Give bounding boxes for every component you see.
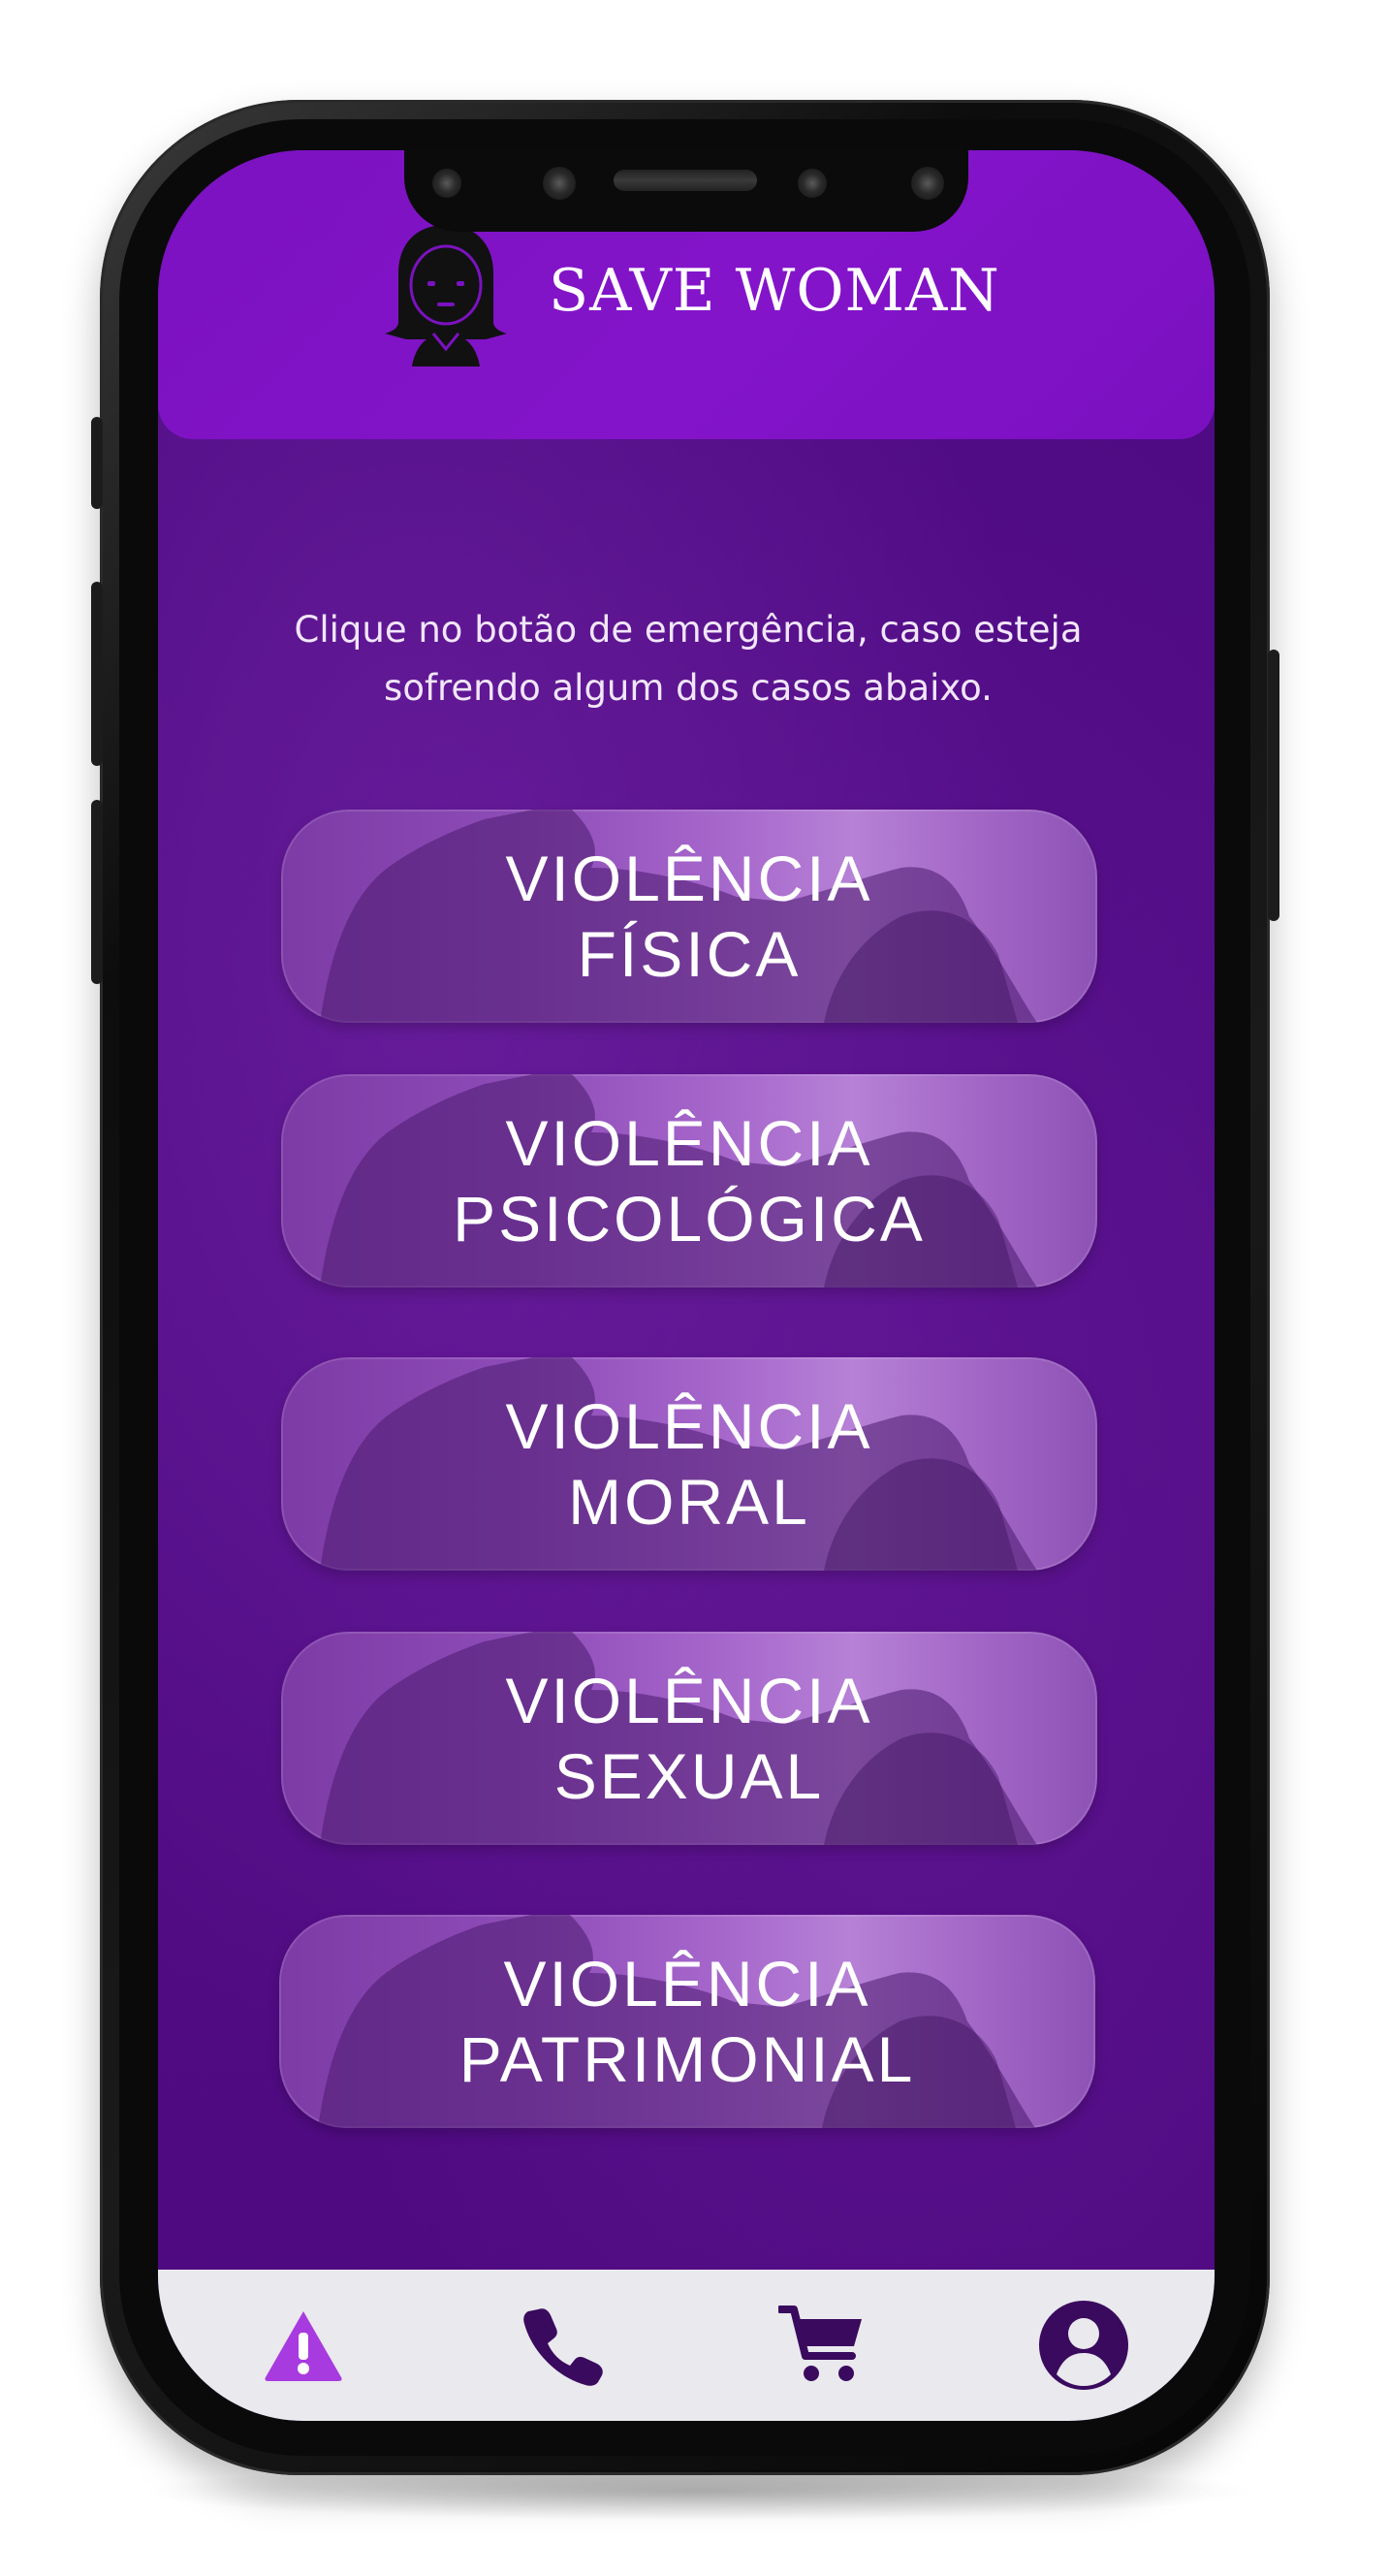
nav-phone[interactable] [499, 2270, 625, 2421]
warning-icon [265, 2311, 342, 2381]
mute-switch [91, 417, 103, 509]
cart-icon [778, 2306, 862, 2381]
volume-down-button [91, 800, 103, 984]
sensor-dot [911, 167, 944, 200]
card-violencia-moral[interactable]: VIOLÊNCIA MORAL [281, 1357, 1097, 1571]
woman-logo-icon [385, 225, 507, 366]
card-label: VIOLÊNCIA PATRIMONIAL [279, 1915, 1095, 2128]
card-violencia-sexual[interactable]: VIOLÊNCIA SEXUAL [281, 1632, 1097, 1845]
intro-text: Clique no botão de emergência, caso este… [294, 609, 1083, 709]
card-violencia-fisica[interactable]: VIOLÊNCIA FÍSICA [281, 810, 1097, 1023]
front-camera [798, 169, 827, 198]
phone-icon [523, 2308, 603, 2386]
card-title-line2: MORAL [568, 1466, 810, 1538]
app-screen: Clique no botão de emergência, caso este… [158, 150, 1215, 2421]
power-button [1268, 650, 1279, 921]
bottom-nav-bar [158, 2270, 1215, 2421]
nav-profile[interactable] [1021, 2270, 1147, 2421]
card-title-line2: PATRIMONIAL [458, 2023, 916, 2095]
card-label: VIOLÊNCIA PSICOLÓGICA [281, 1074, 1097, 1288]
nav-cart[interactable] [759, 2270, 885, 2421]
card-violencia-psicologica[interactable]: VIOLÊNCIA PSICOLÓGICA [281, 1074, 1097, 1288]
nav-emergency[interactable] [240, 2270, 366, 2421]
card-title-line1: VIOLÊNCIA [505, 843, 873, 914]
sensor-dot [432, 169, 461, 198]
card-title-line1: VIOLÊNCIA [505, 1390, 873, 1462]
card-title-line1: VIOLÊNCIA [505, 1107, 873, 1179]
card-label: VIOLÊNCIA FÍSICA [281, 810, 1097, 1023]
card-title-line1: VIOLÊNCIA [503, 1948, 871, 2019]
card-title-line2: FÍSICA [577, 918, 802, 990]
user-icon [1039, 2301, 1128, 2390]
app-title: SAVE WOMAN [549, 257, 1000, 325]
card-title-line2: PSICOLÓGICA [453, 1183, 926, 1255]
earpiece-speaker [614, 170, 757, 191]
card-label: VIOLÊNCIA SEXUAL [281, 1632, 1097, 1845]
phone-notch [404, 150, 968, 232]
volume-up-button [91, 582, 103, 766]
card-title-line1: VIOLÊNCIA [505, 1665, 873, 1736]
card-label: VIOLÊNCIA MORAL [281, 1357, 1097, 1571]
card-title-line2: SEXUAL [553, 1740, 825, 1812]
card-violencia-patrimonial[interactable]: VIOLÊNCIA PATRIMONIAL [279, 1915, 1095, 2128]
sensor-dot [543, 167, 576, 200]
